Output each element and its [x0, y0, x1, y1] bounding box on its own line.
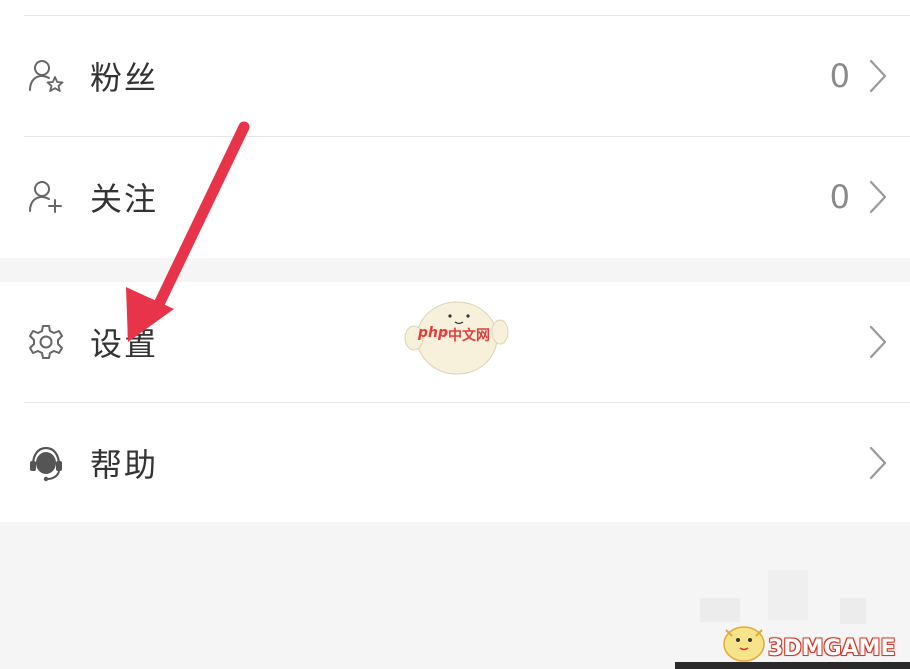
chevron-right-icon — [869, 325, 887, 359]
following-count: 0 — [829, 178, 850, 216]
menu-item-label: 设置 — [90, 325, 159, 363]
menu-item-help[interactable]: 帮助 — [0, 403, 910, 523]
menu-item-label: 帮助 — [90, 446, 159, 484]
fans-count: 0 — [829, 57, 850, 95]
php-watermark-cn: 中文网 — [448, 328, 490, 344]
chevron-right-icon — [869, 59, 887, 93]
3dmgame-watermark-text: 3DMGAME — [768, 636, 896, 661]
person-add-icon — [29, 181, 62, 213]
fans-person-star-icon — [29, 60, 64, 92]
menu-item-label: 关注 — [90, 180, 159, 218]
menu-item-label: 粉丝 — [90, 59, 159, 97]
chevron-right-icon — [869, 446, 887, 480]
gear-icon — [29, 325, 63, 359]
chevron-right-icon — [869, 180, 887, 214]
headset-icon — [30, 446, 62, 482]
menu-item-following[interactable]: 关注 0 — [0, 137, 910, 257]
php-watermark-text: php — [418, 325, 449, 341]
menu-section-social: 粉丝 0 关注 0 — [0, 0, 910, 258]
menu-item-fans[interactable]: 粉丝 0 — [0, 16, 910, 136]
blurred-region — [768, 570, 808, 620]
